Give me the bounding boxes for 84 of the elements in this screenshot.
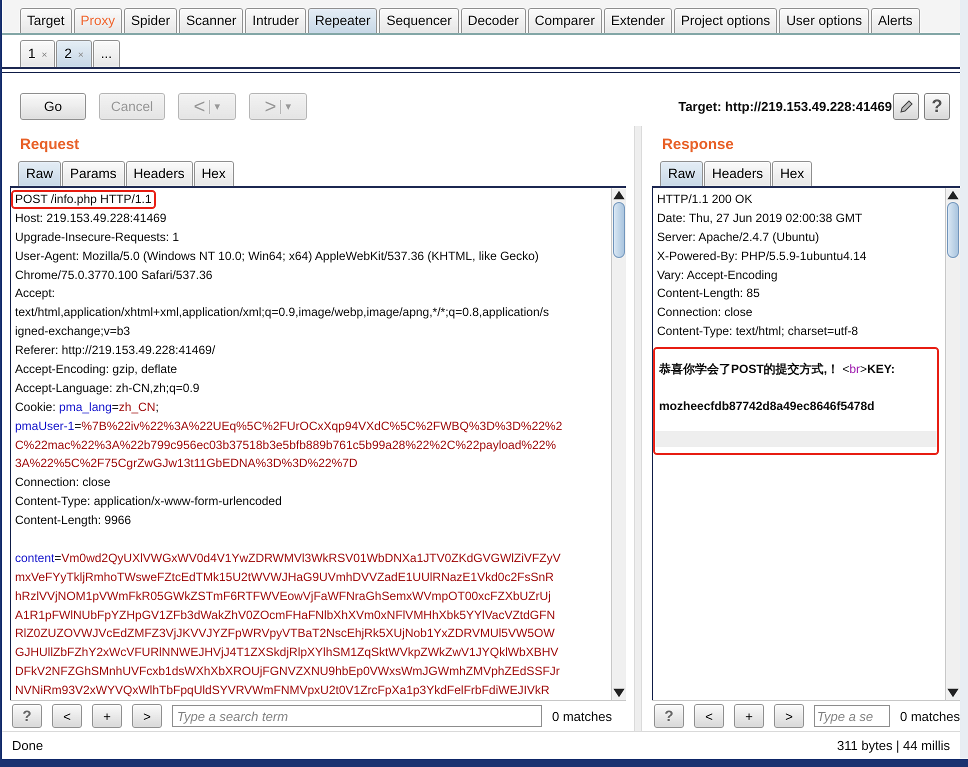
tab[interactable]: Spider [124, 8, 178, 33]
response-line: Date: Thu, 27 Jun 2019 02:00:38 GMT [656, 210, 864, 227]
response-line: Vary: Accept-Encoding [656, 266, 779, 284]
response-line: Content-Type: text/html; charset=utf-8 [656, 323, 860, 340]
response-line: mozheecfdb87742d8a49ec8646f5478d [658, 399, 876, 416]
request-line: mxVeFYyTkljRmhoTWsweFZtcEdTMk15U2tWVWJHaG9UVmhDVVZadE1UUlRNazE1Vkd0c2FsSnR [14, 568, 555, 586]
response-line: X-Powered-By: PHP/5.5.9-1ubuntu4.14 [656, 248, 868, 265]
help-button[interactable]: ? [924, 93, 950, 120]
request-line: pmaUser-1=%7B%22iv%22%3A%22UEq%5C%2FUrOCxXqp94VXdC%5C%2FWBQ%3D%3D%22%2 [14, 418, 564, 435]
tab[interactable]: Hex [772, 161, 812, 186]
request-line: NVNiRm93V2xWYVQxWlhTbFpqUldSYVRVWmFNMVpxU2t0V1ZrcFpXa1p3YkdFelFrbFdiWEJIVkR [14, 682, 551, 700]
request-line: Chrome/75.0.3770.100 Safari/537.36 [14, 266, 214, 284]
request-line: hRzlVVjNOM1pVWmFkR05GWkZSTmF6RTFWVEowVjFaWFNraGhSemxWVmpOT00xcFZXbUZrUj [14, 588, 552, 605]
tab[interactable]: Sequencer [379, 8, 459, 33]
tab[interactable]: Headers [126, 161, 193, 186]
request-line: DFkV2NFZGhSMnhUVFcxb1dsWXhXbXROUjFGNVZXNU9hbEp0VWxsWmJGWmhZMVphZEdSSFJr [14, 663, 561, 680]
scroll-down-icon[interactable] [946, 686, 960, 700]
help-button[interactable]: ? [12, 704, 42, 728]
tab[interactable]: 2 × [56, 40, 92, 67]
request-line: RlZ0ZUZOVWJVcEdZMFZ3VjJKVVJYZFpWRVpyVTBaT2NscEhjRk5XUjNob1YxZDRVMUl5VW5OW [14, 625, 556, 642]
pane-title: Response [661, 135, 735, 155]
tab[interactable]: Headers [704, 161, 772, 186]
pane-title: Request [19, 135, 80, 155]
scrollbar[interactable] [945, 188, 960, 700]
request-line: 3A%22%5C%2F75CgrZwGJw13t11GbEDNA%3D%3D%22%7D [14, 455, 359, 472]
search-field[interactable]: Type a se [814, 705, 890, 727]
response-line: 恭喜你学会了POST的提交方式,！ <br>KEY: [658, 361, 896, 378]
previous-button[interactable]: < [52, 704, 82, 728]
pencil-icon [898, 98, 914, 114]
request-line: A1R1pFWlNUbFpYZHpGV1ZFb3dWakZhV0ZOcmFHaFNlbXhXVm0xNFlVMHhXbk5YYlVacVZtdGFN [14, 606, 556, 624]
help-button[interactable]: ? [654, 704, 684, 728]
request-line: Accept-Language: zh-CN,zh;q=0.9 [14, 380, 200, 397]
tab[interactable]: User options [779, 8, 869, 33]
request-line: Content-Type: application/x-www-form-urlencoded [14, 493, 283, 510]
response-line: Content-Length: 85 [656, 285, 761, 302]
response-line: Connection: close [656, 304, 754, 322]
request-line: Host: 219.153.49.228:41469 [14, 210, 168, 227]
request-line: Accept: [14, 285, 56, 302]
scroll-down-icon[interactable] [612, 686, 626, 700]
add-button[interactable]: + [92, 704, 122, 728]
request-line: Connection: close [14, 474, 112, 492]
request-line: Upgrade-Insecure-Requests: 1 [14, 228, 180, 246]
tab[interactable]: Project options [674, 8, 778, 33]
match-count: 0 matches [552, 708, 612, 724]
previous-button[interactable]: < [694, 704, 724, 728]
tab[interactable]: Target [20, 8, 72, 33]
request-line: C%22mac%22%3A%22b799c956ec03b37518b3e5bfb889b761c5b99a28%22%2C%22payload%22% [14, 436, 558, 454]
response-stats: 311 bytes | 44 millis [837, 738, 950, 753]
tab[interactable]: Raw [660, 161, 704, 186]
add-button[interactable]: + [734, 704, 764, 728]
tab[interactable]: Decoder [460, 8, 526, 33]
request-line: User-Agent: Mozilla/5.0 (Windows NT 10.0; Win64; x64) AppleWebKit/537.36 (KHTML, like Gecko) [14, 248, 540, 265]
tab[interactable]: Repeater [308, 8, 378, 33]
request-line: Content-Length: 9966 [14, 512, 132, 530]
request-line: content=Vm0wd2QyUXlVWGxWV0d4V1YwZDRWMVl3WkRSV01WbDNXa1JTV0ZKdGVGWlZiVFZyV [14, 550, 562, 567]
next-button[interactable]: > [132, 704, 162, 728]
tab[interactable]: Hex [194, 161, 234, 186]
response-line: HTTP/1.1 200 OK [656, 191, 754, 208]
request-line: igned-exchange;v=b3 [14, 323, 132, 340]
request-line: Referer: http://219.153.49.228:41469/ [14, 342, 216, 360]
edit-button[interactable] [893, 93, 919, 120]
tab[interactable]: Intruder [245, 8, 306, 33]
tab[interactable]: Comparer [528, 8, 602, 33]
tab[interactable]: Params [62, 161, 125, 186]
tab[interactable]: ... [92, 40, 120, 67]
search-field[interactable]: Type a search term [172, 705, 542, 727]
go-button[interactable]: Go [20, 93, 86, 120]
next-button[interactable]: > [774, 704, 804, 728]
tab[interactable]: Raw [18, 161, 62, 186]
request-line: text/html,application/xhtml+xml,application/xml;q=0.9,image/webp,image/apng,*/*;q=0.8,application/s [14, 304, 550, 322]
scrollbar[interactable] [611, 188, 626, 700]
tab[interactable]: 1 × [20, 40, 56, 67]
tab[interactable]: Alerts [870, 8, 920, 33]
request-line: GJHUllZbFZhY2xWcVFURlNNWEJHVjJ4T1ZXSkdjRlpXYlhSM1ZqSktWVkpZWkZwV1JYQklWbXBHV [14, 644, 560, 662]
tab[interactable]: Scanner [179, 8, 244, 33]
tab[interactable]: Extender [604, 8, 672, 33]
target-label: Target: http://219.153.49.228:41469 [678, 99, 892, 114]
scroll-thumb[interactable] [947, 202, 959, 258]
match-count: 0 matches [900, 708, 960, 724]
response-line: Server: Apache/2.4.7 (Ubuntu) [656, 228, 820, 246]
scroll-thumb[interactable] [613, 202, 626, 258]
request-line: Cookie: pma_lang=zh_CN; [14, 398, 160, 416]
request-line: Accept-Encoding: gzip, deflate [14, 361, 178, 378]
status-text: Done [12, 738, 44, 753]
